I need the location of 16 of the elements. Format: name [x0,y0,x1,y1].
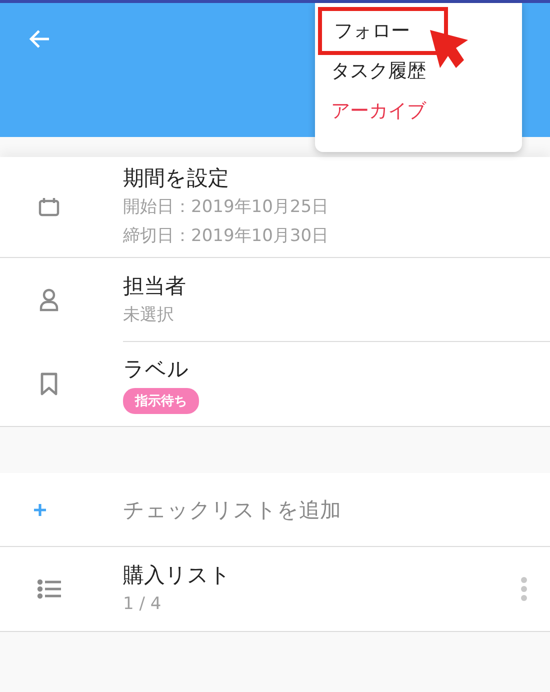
checklist-title[interactable]: 購入リスト [123,560,520,590]
list-icon [37,579,61,599]
back-arrow-icon[interactable] [28,29,50,49]
row-detail: 開始日：2019年10月25日 [123,196,330,219]
label-tag: 指示待ち [123,388,199,414]
more-icon[interactable] [520,577,528,601]
row-detail: 未選択 [123,304,175,326]
row-title[interactable]: 期間を設定 [123,163,550,193]
person-icon [39,288,59,312]
row-title[interactable]: 担当者 [123,270,550,300]
plus-icon[interactable] [32,502,46,516]
row-title[interactable]: ラベル [123,354,550,384]
menu-item[interactable]: アーカイブ [315,91,442,131]
bookmark-icon [40,372,58,396]
row-detail: 締切日：2019年10月30日 [123,225,330,248]
calendar-icon [38,197,60,217]
